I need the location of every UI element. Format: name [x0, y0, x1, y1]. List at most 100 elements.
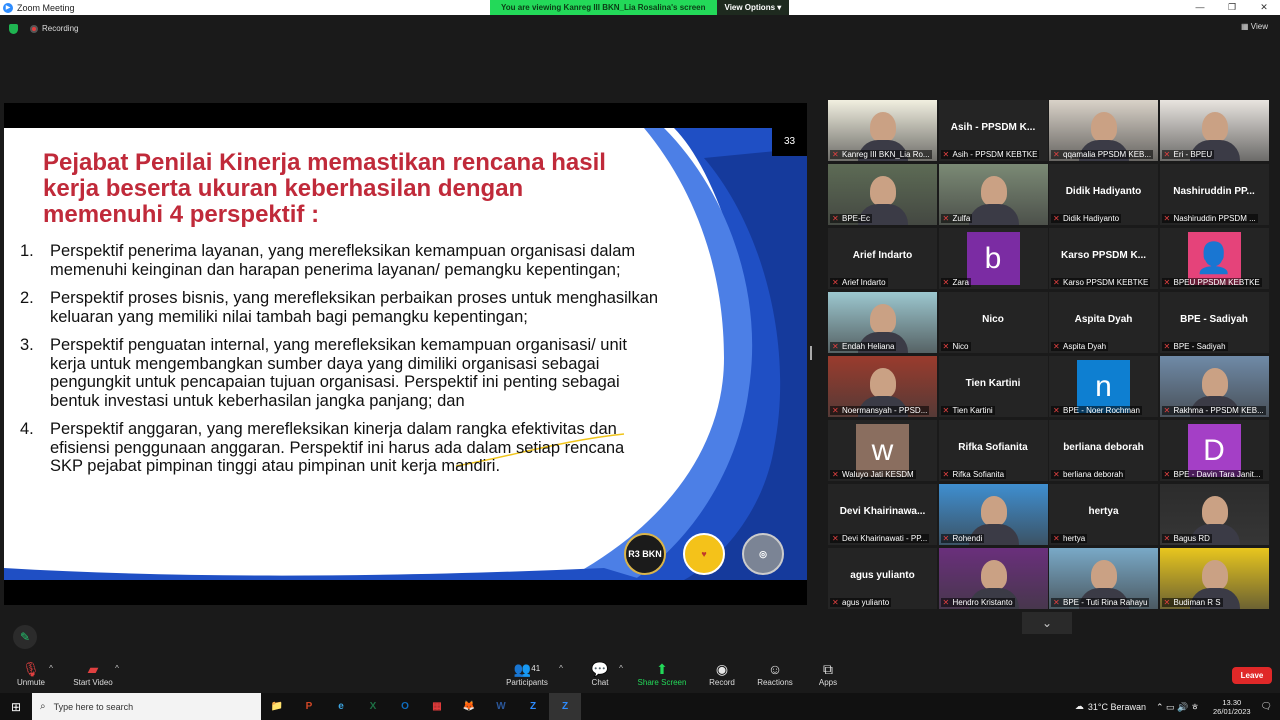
weather-text[interactable]: 31°C Berawan — [1088, 702, 1146, 712]
participant-tile[interactable]: ✕ Rohendi — [938, 484, 1048, 545]
viewing-screen-message: You are viewing Kanreg III BKN_Lia Rosal… — [490, 0, 717, 15]
participant-tile[interactable]: BPE - Sadiyah ✕ BPE - Sadiyah — [1159, 292, 1269, 353]
participant-tile[interactable]: ✕ Eri - BPEU — [1159, 100, 1269, 161]
unmute-button[interactable]: 🎙 Unmute — [14, 660, 48, 692]
participant-tile[interactable]: 👤 ✕ BPEU PPSDM KEBTKE — [1159, 228, 1269, 289]
participant-tile[interactable]: ✕ Rakhma - PPSDM KEB... — [1159, 356, 1269, 417]
view-button[interactable]: ▦ View — [1241, 22, 1268, 31]
participant-label: ✕ agus yulianto — [830, 598, 892, 607]
presentation-slide: 33 Pejabat Penilai Kinerja memastikan re… — [4, 128, 807, 580]
taskbar-app-icon[interactable]: 📁 — [261, 693, 293, 720]
taskbar-app-icon[interactable]: X — [357, 693, 389, 720]
participant-label: ✕ Karso PPSDM KEBTKE — [1051, 278, 1151, 287]
slide-list-text: Perspektif proses bisnis, yang merefleks… — [50, 289, 659, 326]
participants-options-caret[interactable]: ^ — [556, 664, 566, 696]
participant-tile[interactable]: ✕ Noermansyah - PPSD... — [828, 356, 937, 417]
participant-tile[interactable]: berliana deborah ✕ berliana deborah — [1049, 420, 1158, 481]
encryption-shield-icon[interactable] — [9, 23, 18, 34]
chevron-down-icon: ▾ — [777, 3, 782, 12]
start-video-button[interactable]: ▰ Start Video — [70, 660, 116, 692]
participant-tile[interactable]: Tien Kartini ✕ Tien Kartini — [938, 356, 1048, 417]
participant-tile[interactable]: w ✕ Waluyo Jati KESDM — [828, 420, 937, 481]
taskbar-app-icon[interactable]: W — [485, 693, 517, 720]
record-button[interactable]: ◉ Record — [702, 660, 742, 692]
participant-tile[interactable]: Didik Hadiyanto ✕ Didik Hadiyanto — [1049, 164, 1158, 225]
tray-icons[interactable]: ⌃ ▭ 🔊 ㅎ — [1156, 700, 1199, 713]
participant-label: ✕ Tien Kartini — [940, 406, 995, 415]
windows-start-icon[interactable]: ⊞ — [0, 693, 32, 720]
participant-tile[interactable]: Nashiruddin PP... ✕ Nashiruddin PPSDM ... — [1159, 164, 1269, 225]
share-screen-button[interactable]: ⬆ Share Screen — [636, 660, 688, 692]
participant-tile[interactable]: ✕ Hendro Kristanto — [938, 548, 1048, 609]
taskbar-app-icon[interactable]: e — [325, 693, 357, 720]
taskbar-app-icon[interactable]: Z — [549, 693, 581, 720]
view-options-button[interactable]: View Options ▾ — [716, 0, 790, 15]
participant-tile[interactable]: ✕ Bagus RD — [1159, 484, 1269, 545]
participant-tile[interactable]: ✕ Budiman R S — [1159, 548, 1269, 609]
muted-mic-icon: ✕ — [832, 406, 839, 415]
gallery-more-button[interactable]: ⌄ — [1022, 612, 1072, 634]
muted-mic-icon: ✕ — [832, 214, 839, 223]
participant-tile[interactable]: ✕ BPE-Ec — [828, 164, 937, 225]
restore-button[interactable]: ❐ — [1216, 0, 1248, 15]
minimize-button[interactable]: — — [1184, 0, 1216, 15]
participant-display-name: Nico — [982, 314, 1004, 325]
taskbar-app-icon[interactable]: O — [389, 693, 421, 720]
participant-tile[interactable]: D ✕ BPE - Davin Tara Janit... — [1159, 420, 1269, 481]
participant-label: ✕ Hendro Kristanto — [940, 598, 1015, 607]
participant-label-text: Bagus RD — [1173, 534, 1210, 543]
split-divider-handle[interactable] — [810, 346, 812, 360]
taskbar-app-icon[interactable]: Z — [517, 693, 549, 720]
participant-tile[interactable]: ✕ Endah Heliana — [828, 292, 937, 353]
participant-label: ✕ Devi Khairinawati - PP... — [830, 534, 930, 543]
chat-button[interactable]: 💬 Chat — [584, 660, 616, 692]
participant-label: ✕ BPE - Noer Rochman — [1051, 406, 1142, 415]
leave-button[interactable]: Leave — [1232, 667, 1272, 684]
participant-tile[interactable]: b ✕ Zara — [938, 228, 1048, 289]
participant-tile[interactable]: Arief Indarto ✕ Arief Indarto — [828, 228, 937, 289]
participant-tile[interactable]: Rifka Sofianita ✕ Rifka Sofianita — [938, 420, 1048, 481]
participants-button[interactable]: 👥41 Participants — [502, 660, 552, 692]
video-options-caret[interactable]: ^ — [112, 664, 122, 696]
notification-icon[interactable]: 🗨 — [1261, 701, 1272, 712]
participant-tile[interactable]: Aspita Dyah ✕ Aspita Dyah — [1049, 292, 1158, 353]
participant-tile[interactable]: Nico ✕ Nico — [938, 292, 1048, 353]
taskbar-app-icon[interactable]: ▦ — [421, 693, 453, 720]
participant-tile[interactable]: n ✕ BPE - Noer Rochman — [1049, 356, 1158, 417]
participant-tile[interactable]: Devi Khairinawa... ✕ Devi Khairinawati - P… — [828, 484, 937, 545]
participant-display-name: Tien Kartini — [965, 378, 1021, 389]
participant-tile[interactable]: Karso PPSDM K... ✕ Karso PPSDM KEBTKE — [1049, 228, 1158, 289]
taskbar-search-box[interactable]: ⌕ Type here to search — [32, 693, 261, 720]
participant-label-text: qqamalia PPSDM KEB... — [1063, 150, 1152, 159]
participant-label: ✕ BPE - Tuti Rina Rahayu — [1051, 598, 1150, 607]
chat-options-caret[interactable]: ^ — [616, 664, 626, 696]
taskbar-app-icon[interactable]: 🦊 — [453, 693, 485, 720]
participant-tile[interactable]: agus yulianto ✕ agus yulianto — [828, 548, 937, 609]
participant-tile[interactable]: hertya ✕ hertya — [1049, 484, 1158, 545]
reactions-icon: ☺ — [767, 661, 783, 677]
reactions-button[interactable]: ☺ Reactions — [754, 660, 796, 692]
participant-tile[interactable]: ✕ Kanreg III BKN_Lia Ro... — [828, 100, 937, 161]
participant-tile[interactable]: ✕ qqamalia PPSDM KEB... — [1049, 100, 1158, 161]
share-screen-icon: ⬆ — [656, 661, 668, 677]
participant-display-name: hertya — [1088, 506, 1119, 517]
participant-tile[interactable]: Asih - PPSDM K... ✕ Asih - PPSDM KEBTKE — [938, 100, 1048, 161]
muted-mic-icon: ✕ — [1053, 598, 1060, 607]
apps-button[interactable]: ⧉ Apps — [812, 660, 844, 692]
participant-tile[interactable]: ✕ Zulfa — [938, 164, 1048, 225]
taskbar-app-icon[interactable]: P — [293, 693, 325, 720]
muted-mic-icon: ✕ — [942, 470, 950, 479]
participant-label-text: BPE - Tuti Rina Rahayu — [1063, 598, 1148, 607]
participant-label-text: Zara — [952, 278, 969, 287]
audio-options-caret[interactable]: ^ — [46, 664, 56, 696]
close-window-button[interactable]: ✕ — [1248, 0, 1280, 15]
slide-title: Pejabat Penilai Kinerja memastikan renca… — [43, 149, 606, 228]
participant-label-text: Noermansyah - PPSD... — [842, 406, 928, 415]
participant-label: ✕ BPEU PPSDM KEBTKE — [1161, 278, 1262, 287]
slide-list-item: 2. Perspektif proses bisnis, yang merefle… — [20, 289, 660, 326]
annotate-pen-icon[interactable]: ✎ — [13, 625, 37, 649]
taskbar-clock[interactable]: 13.30 26/01/2023 — [1213, 698, 1251, 716]
taskbar-search-placeholder: Type here to search — [53, 701, 134, 712]
muted-mic-icon: ✕ — [832, 534, 839, 543]
participant-tile[interactable]: ✕ BPE - Tuti Rina Rahayu — [1049, 548, 1158, 609]
